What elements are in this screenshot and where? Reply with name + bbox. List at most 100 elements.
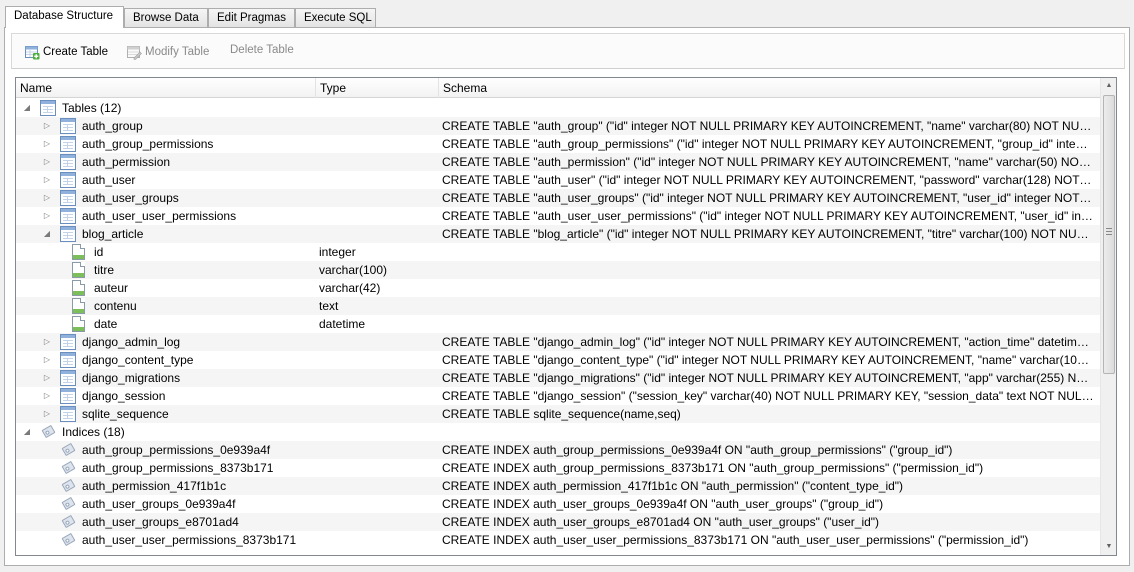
- delete-table-button[interactable]: Delete Table: [230, 44, 294, 56]
- type-cell: varchar(100): [319, 263, 388, 277]
- modify-table-icon: [126, 44, 142, 60]
- expand-arrow-icon[interactable]: ▷: [42, 171, 52, 189]
- item-name: auth_user_groups_0e939a4f: [82, 497, 236, 511]
- schema-cell: [442, 261, 1094, 279]
- item-name: auth_permission_417f1b1c: [82, 479, 227, 493]
- expand-arrow-icon[interactable]: ▷: [42, 351, 52, 369]
- tab-browse-data[interactable]: Browse Data: [124, 8, 208, 27]
- expand-arrow-icon[interactable]: ▷: [42, 369, 52, 387]
- type-cell: [319, 189, 439, 207]
- create-table-button[interactable]: Create Table: [24, 44, 108, 60]
- collapse-arrow-icon[interactable]: ◢: [42, 225, 52, 243]
- create-table-label: Create Table: [43, 46, 108, 58]
- type-cell: [319, 477, 439, 495]
- name-cell: ▷ auth_group: [16, 117, 316, 135]
- item-name: auth_group_permissions_8373b171: [82, 461, 274, 475]
- name-cell: auth_user_groups_0e939a4f: [16, 495, 316, 513]
- column-header-schema-label: Schema: [443, 81, 488, 95]
- item-name: titre: [94, 263, 115, 277]
- schema-cell: [442, 243, 1094, 261]
- item-name: django_session: [82, 389, 166, 403]
- index-row[interactable]: auth_user_user_permissions_8373b171 CREAT…: [16, 531, 1100, 549]
- index-row[interactable]: auth_user_groups_e8701ad4 CREATE INDEX au…: [16, 513, 1100, 531]
- index-row[interactable]: auth_group_permissions_8373b171 CREATE IN…: [16, 459, 1100, 477]
- vertical-scrollbar[interactable]: ▲ ▼: [1100, 78, 1116, 555]
- expand-arrow-icon[interactable]: ▷: [42, 117, 52, 135]
- type-cell: [319, 441, 439, 459]
- table-row[interactable]: ▷ sqlite_sequence CREATE TABLE sqlite_sequ…: [16, 405, 1100, 423]
- type-cell: [319, 207, 439, 225]
- item-name: auth_permission: [82, 155, 171, 169]
- table-row[interactable]: ▷ auth_permission CREATE TABLE "auth_permi…: [16, 153, 1100, 171]
- collapse-arrow-icon[interactable]: ◢: [22, 99, 32, 117]
- type-cell: [319, 369, 439, 387]
- table-row[interactable]: ▷ django_admin_log CREATE TABLE "django_ad…: [16, 333, 1100, 351]
- field-row[interactable]: titre varchar(100): [16, 261, 1100, 279]
- tab-edit-pragmas[interactable]: Edit Pragmas: [208, 8, 295, 27]
- schema-cell: CREATE TABLE "django_admin_log" ("id" in…: [442, 335, 1094, 349]
- item-name: auth_group: [82, 119, 143, 133]
- tree-group-row[interactable]: ◢ Indices (18): [16, 423, 1100, 441]
- expand-arrow-icon[interactable]: ▷: [42, 207, 52, 225]
- index-icon: [60, 514, 76, 529]
- table-row[interactable]: ▷ django_migrations CREATE TABLE "django_m…: [16, 369, 1100, 387]
- table-icon: [60, 190, 76, 206]
- table-row[interactable]: ▷ auth_user CREATE TABLE "auth_user" ("id"…: [16, 171, 1100, 189]
- field-row[interactable]: id integer: [16, 243, 1100, 261]
- table-row[interactable]: ▷ auth_group CREATE TABLE "auth_group" ("i…: [16, 117, 1100, 135]
- index-row[interactable]: auth_permission_417f1b1c CREATE INDEX aut…: [16, 477, 1100, 495]
- table-row[interactable]: ▷ auth_group_permissions CREATE TABLE "aut…: [16, 135, 1100, 153]
- index-icon: [60, 496, 76, 511]
- item-name: auth_user_groups_e8701ad4: [82, 515, 239, 529]
- item-name: sqlite_sequence: [82, 407, 169, 421]
- scroll-down-icon[interactable]: ▼: [1101, 539, 1116, 555]
- table-row[interactable]: ◢ blog_article CREATE TABLE "blog_article"…: [16, 225, 1100, 243]
- modify-table-button[interactable]: Modify Table: [126, 44, 209, 60]
- field-icon: [72, 298, 85, 314]
- table-row[interactable]: ▷ django_content_type CREATE TABLE "django…: [16, 351, 1100, 369]
- scroll-up-icon[interactable]: ▲: [1101, 78, 1116, 94]
- item-name: django_content_type: [82, 353, 194, 367]
- table-row[interactable]: ▷ auth_user_groups CREATE TABLE "auth_user…: [16, 189, 1100, 207]
- column-header-type[interactable]: Type: [316, 78, 439, 98]
- item-name: auth_user_groups: [82, 191, 179, 205]
- create-table-icon: [24, 44, 40, 60]
- table-icon: [60, 388, 76, 404]
- tree-group-row[interactable]: ◢ Tables (12): [16, 99, 1100, 117]
- column-header-name[interactable]: Name: [16, 78, 316, 98]
- tab-database-structure[interactable]: Database Structure: [5, 6, 124, 28]
- item-name: contenu: [94, 299, 137, 313]
- item-name: django_migrations: [82, 371, 181, 385]
- name-cell: ▷ auth_user_user_permissions: [16, 207, 316, 225]
- item-name: auth_group_permissions_0e939a4f: [82, 443, 271, 457]
- name-cell: ▷ auth_group_permissions: [16, 135, 316, 153]
- tab-execute-sql[interactable]: Execute SQL: [295, 8, 376, 27]
- collapse-arrow-icon[interactable]: ◢: [22, 423, 32, 441]
- index-row[interactable]: auth_group_permissions_0e939a4f CREATE IN…: [16, 441, 1100, 459]
- name-cell: auth_user_user_permissions_8373b171: [16, 531, 316, 549]
- index-icon: [60, 442, 76, 457]
- type-cell: [319, 99, 439, 117]
- name-cell: titre: [16, 261, 316, 279]
- table-icon: [60, 334, 76, 350]
- item-name: auth_user_user_permissions_8373b171: [82, 533, 297, 547]
- table-icon: [60, 370, 76, 386]
- column-header-schema[interactable]: Schema: [439, 78, 1100, 98]
- schema-cell: CREATE TABLE "auth_user_user_permissions…: [442, 209, 1094, 223]
- field-row[interactable]: contenu text: [16, 297, 1100, 315]
- table-row[interactable]: ▷ django_session CREATE TABLE "django_sess…: [16, 387, 1100, 405]
- expand-arrow-icon[interactable]: ▷: [42, 189, 52, 207]
- item-name: Indices (18): [62, 425, 125, 439]
- expand-arrow-icon[interactable]: ▷: [42, 135, 52, 153]
- field-row[interactable]: date datetime: [16, 315, 1100, 333]
- field-row[interactable]: auteur varchar(42): [16, 279, 1100, 297]
- expand-arrow-icon[interactable]: ▷: [42, 387, 52, 405]
- expand-arrow-icon[interactable]: ▷: [42, 333, 52, 351]
- table-row[interactable]: ▷ auth_user_user_permissions CREATE TABLE …: [16, 207, 1100, 225]
- schema-tree[interactable]: Name Type Schema ◢ Tables (12) ▷ auth_group…: [15, 77, 1117, 556]
- expand-arrow-icon[interactable]: ▷: [42, 405, 52, 423]
- index-row[interactable]: auth_user_groups_0e939a4f CREATE INDEX au…: [16, 495, 1100, 513]
- schema-cell: CREATE INDEX auth_user_groups_0e939a4f O…: [442, 497, 884, 511]
- expand-arrow-icon[interactable]: ▷: [42, 153, 52, 171]
- scrollbar-thumb[interactable]: [1103, 95, 1115, 374]
